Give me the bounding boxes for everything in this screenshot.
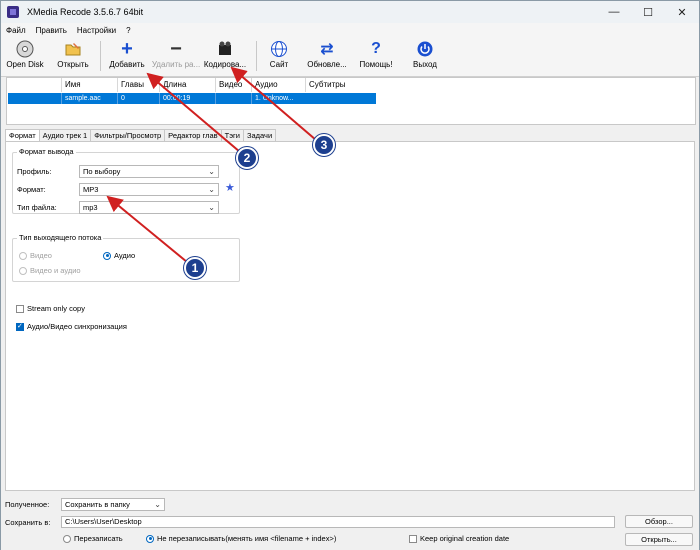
folder-edit-icon — [63, 39, 83, 59]
maximize-icon[interactable]: ☐ — [631, 1, 665, 23]
column-subtitles[interactable]: Субтитры — [305, 78, 345, 92]
menu-help[interactable]: ? — [121, 26, 135, 35]
cell-audio: 1. Unknow... — [251, 93, 305, 104]
disc-icon — [15, 39, 35, 59]
menu-file[interactable]: Файл — [1, 26, 31, 35]
open-button[interactable]: Открыть — [53, 39, 93, 73]
stream-type-title: Тип выходящего потока — [17, 233, 104, 242]
stream-only-checkbox[interactable]: Stream only copy — [16, 304, 85, 313]
favorite-star-icon[interactable]: ★ — [225, 181, 235, 194]
help-button[interactable]: ? Помощь! — [357, 39, 395, 73]
annotation-badge-1: 1 — [184, 257, 206, 279]
table-row[interactable]: sample.aac 0 00:00:19 1. Unknow... — [8, 93, 376, 104]
format-select[interactable]: MP3 ⌄ — [79, 183, 219, 196]
minimize-icon[interactable]: — — [597, 1, 631, 23]
minus-icon: − — [170, 37, 182, 60]
radio-video[interactable]: Видео — [19, 251, 52, 260]
exit-button[interactable]: Выход — [409, 39, 441, 73]
tab-tasks[interactable]: Задачи — [242, 129, 277, 141]
chevron-down-icon: ⌄ — [208, 203, 215, 212]
toolbar: Open Disk Открыть + Добавить − Удалить р… — [1, 37, 699, 77]
encode-button[interactable]: Кодирова... — [201, 39, 249, 73]
format-panel: Формат вывода Профиль: По выбору ⌄ Формат… — [5, 141, 695, 491]
title-bar: XMedia Recode 3.5.6.7 64bit — ☐ ✕ — [1, 1, 699, 23]
keep-date-checkbox[interactable]: Keep original creation date — [409, 534, 509, 543]
filetype-select[interactable]: mp3 ⌄ — [79, 201, 219, 214]
app-window: XMedia Recode 3.5.6.7 64bit — ☐ ✕ Файл П… — [0, 0, 700, 550]
radio-no-overwrite[interactable]: Не перезаписывать(менять имя <filename +… — [146, 534, 336, 543]
add-button[interactable]: + Добавить — [105, 37, 149, 73]
column-chapters[interactable]: Главы — [117, 78, 144, 92]
app-icon — [7, 6, 19, 18]
refresh-icon: ⇄ — [320, 41, 334, 58]
site-button[interactable]: Сайт — [263, 39, 295, 73]
close-icon[interactable]: ✕ — [665, 1, 699, 23]
menu-bar: Файл Править Настройки ? — [1, 23, 699, 37]
tab-strip: Формат Аудио трек 1 Фильтры/Просмотр Ред… — [5, 129, 277, 141]
annotation-badge-3: 3 — [313, 134, 335, 156]
chevron-down-icon: ⌄ — [208, 167, 215, 176]
window-title: XMedia Recode 3.5.6.7 64bit — [27, 7, 144, 17]
chevron-down-icon: ⌄ — [208, 185, 215, 194]
radio-video-audio[interactable]: Видео и аудио — [19, 266, 81, 275]
remove-button[interactable]: − Удалить ра... — [151, 37, 201, 73]
save-to-label: Сохранить в: — [5, 518, 51, 527]
cell-video — [215, 93, 251, 104]
browse-button[interactable]: Обзор... — [625, 515, 693, 528]
received-select[interactable]: Сохранить в папку ⌄ — [61, 498, 165, 511]
power-icon — [415, 39, 435, 59]
tab-tags[interactable]: Тэги — [220, 129, 244, 141]
annotation-badge-2: 2 — [236, 147, 258, 169]
film-reel-icon — [215, 39, 235, 59]
cell-length: 00:00:19 — [159, 93, 215, 104]
file-list-header: Имя Главы Длина Видео Аудио Субтитры — [7, 78, 695, 92]
radio-overwrite[interactable]: Перезаписать — [63, 534, 123, 543]
column-length[interactable]: Длина — [159, 78, 186, 92]
tab-chapter-editor[interactable]: Редактор глав — [164, 129, 222, 141]
tab-audio-track[interactable]: Аудио трек 1 — [38, 129, 92, 141]
column-video[interactable]: Видео — [215, 78, 242, 92]
menu-edit[interactable]: Править — [31, 26, 72, 35]
open-folder-button[interactable]: Открыть... — [625, 533, 693, 546]
filetype-label: Тип файла: — [17, 203, 57, 212]
output-format-title: Формат вывода — [17, 147, 76, 156]
profile-label: Профиль: — [17, 167, 52, 176]
save-path-input[interactable]: C:\Users\User\Desktop — [61, 516, 615, 528]
plus-icon: + — [121, 37, 133, 60]
globe-icon — [269, 39, 289, 59]
radio-audio[interactable]: Аудио — [103, 251, 135, 260]
column-name[interactable]: Имя — [61, 78, 81, 92]
file-list[interactable]: Имя Главы Длина Видео Аудио Субтитры sam… — [6, 77, 696, 125]
stream-type-group: Тип выходящего потока Видео Аудио Видео … — [12, 233, 240, 282]
profile-select[interactable]: По выбору ⌄ — [79, 165, 219, 178]
open-disk-button[interactable]: Open Disk — [5, 39, 45, 73]
update-button[interactable]: ⇄ Обновле... — [305, 39, 349, 73]
output-format-group: Формат вывода Профиль: По выбору ⌄ Формат… — [12, 147, 240, 214]
menu-settings[interactable]: Настройки — [72, 26, 121, 35]
av-sync-checkbox[interactable]: Аудио/Видео синхронизация — [16, 322, 127, 331]
tab-filters[interactable]: Фильтры/Просмотр — [90, 129, 166, 141]
format-label: Формат: — [17, 185, 46, 194]
chevron-down-icon: ⌄ — [154, 500, 161, 509]
question-icon: ? — [371, 40, 381, 57]
output-settings: Полученное: Сохранить в папку ⌄ Сохранить… — [1, 493, 699, 550]
cell-chapters: 0 — [117, 93, 159, 104]
cell-name: sample.aac — [61, 93, 117, 104]
received-label: Полученное: — [5, 500, 50, 509]
tab-format[interactable]: Формат — [5, 129, 40, 141]
column-audio[interactable]: Аудио — [251, 78, 278, 92]
